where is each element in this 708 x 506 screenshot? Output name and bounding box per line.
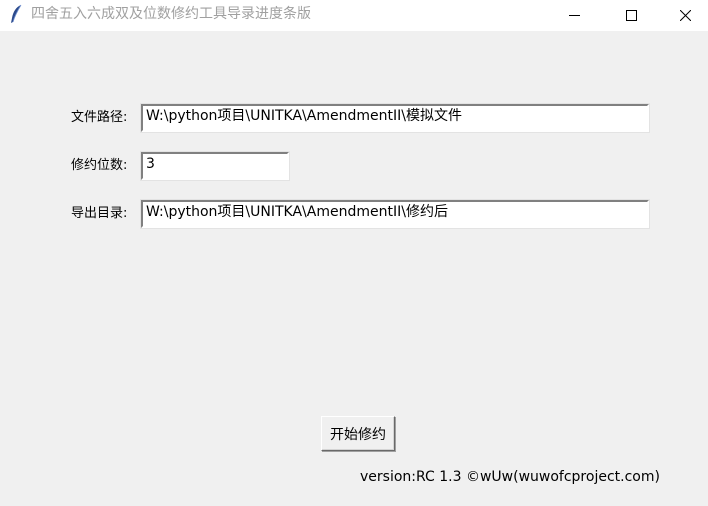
digits-input[interactable]: 3 (140, 151, 290, 181)
file-path-value: W:\python项目\UNITKA\AmendmentII\模拟文件 (146, 108, 462, 124)
minimize-button[interactable] (551, 0, 597, 30)
maximize-button[interactable] (608, 0, 654, 30)
maximize-icon (625, 9, 637, 21)
output-dir-value: W:\python项目\UNITKA\AmendmentII\修约后 (146, 204, 448, 220)
close-button[interactable] (662, 0, 708, 30)
output-dir-label: 导出目录: (71, 206, 128, 221)
window-title: 四舍五入六成双及位数修约工具导录进度条版 (31, 6, 311, 22)
start-button[interactable]: 开始修约 (321, 416, 395, 451)
title-bar[interactable]: 四舍五入六成双及位数修约工具导录进度条版 (0, 0, 708, 31)
version-label: version:RC 1.3 ©wUw(wuwofcproject.com) (360, 469, 660, 485)
digits-value: 3 (146, 156, 155, 172)
output-dir-input[interactable]: W:\python项目\UNITKA\AmendmentII\修约后 (140, 199, 650, 229)
file-path-input[interactable]: W:\python项目\UNITKA\AmendmentII\模拟文件 (140, 103, 650, 133)
app-window: 四舍五入六成双及位数修约工具导录进度条版 文件路径: W:\python项目\U… (0, 0, 708, 506)
feather-icon (8, 4, 24, 24)
minimize-icon (568, 10, 580, 21)
digits-label: 修约位数: (71, 158, 128, 173)
file-path-label: 文件路径: (71, 110, 128, 125)
close-icon (679, 9, 691, 21)
